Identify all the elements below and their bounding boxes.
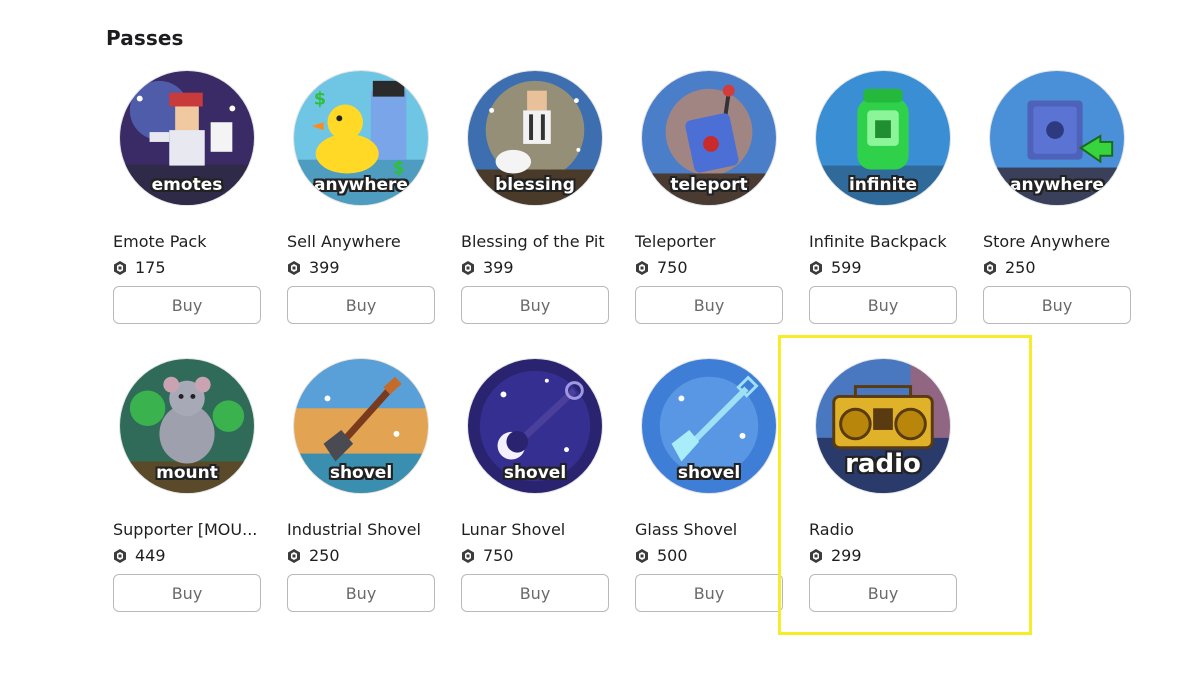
thumb-caption: infinite [848, 175, 918, 195]
price-row: 250 [983, 258, 1036, 277]
pass-card-infinite-backpack: infinite Infinite Backpack 599 Buy [809, 70, 959, 332]
thumb-caption: anywhere [1010, 175, 1104, 195]
price-row: 750 [461, 546, 514, 565]
safe-icon[interactable]: anywhere [989, 70, 1125, 206]
pass-card-teleporter: teleport Teleporter 750 Buy [635, 70, 785, 332]
pass-price: 750 [657, 258, 688, 277]
robux-icon [114, 548, 126, 563]
emote-avatars-icon[interactable]: emotes [119, 70, 255, 206]
pass-name: Store Anywhere [983, 232, 1111, 251]
robux-icon [288, 548, 300, 563]
buy-button[interactable]: Buy [287, 286, 435, 324]
pass-card-sell-anywhere: $ $ anywhere Sell Anywhere 399 Buy [287, 70, 437, 332]
price-row: 399 [287, 258, 340, 277]
buy-button[interactable]: Buy [113, 286, 261, 324]
robux-icon [462, 548, 474, 563]
shovel-icon[interactable]: shovel [293, 358, 429, 494]
pass-name: Teleporter [635, 232, 716, 251]
thumb-caption: teleport [670, 175, 748, 195]
robux-icon [636, 548, 648, 563]
price-row: 500 [635, 546, 688, 565]
price-row: 175 [113, 258, 166, 277]
buy-button[interactable]: Buy [809, 286, 957, 324]
section-title: Passes [106, 26, 184, 50]
robux-icon [114, 260, 126, 275]
lunar-shovel-icon[interactable]: shovel [467, 358, 603, 494]
thumb-caption: blessing [495, 175, 575, 195]
buy-button[interactable]: Buy [635, 286, 783, 324]
pass-card-industrial-shovel: shovel Industrial Shovel 250 Buy [287, 358, 437, 620]
robux-icon [810, 260, 822, 275]
remote-control-icon[interactable]: teleport [641, 70, 777, 206]
thumb-caption: emotes [151, 175, 223, 195]
price-row: 399 [461, 258, 514, 277]
pass-card-lunar-shovel: shovel Lunar Shovel 750 Buy [461, 358, 611, 620]
pass-price: 399 [309, 258, 340, 277]
price-row: 599 [809, 258, 862, 277]
buy-button[interactable]: Buy [635, 574, 783, 612]
pass-name: Blessing of the Pit [461, 232, 605, 251]
pass-name: Emote Pack [113, 232, 207, 251]
green-backpack-icon[interactable]: infinite [815, 70, 951, 206]
pass-name: Sell Anywhere [287, 232, 401, 251]
buy-button[interactable]: Buy [461, 574, 609, 612]
blessing-avatar-icon[interactable]: blessing [467, 70, 603, 206]
thumb-caption: shovel [329, 463, 393, 483]
buy-button[interactable]: Buy [983, 286, 1131, 324]
pass-price: 175 [135, 258, 166, 277]
price-row: 250 [287, 546, 340, 565]
pass-price: 599 [831, 258, 862, 277]
pass-price: 500 [657, 546, 688, 565]
robux-icon [288, 260, 300, 275]
thumb-caption: mount [156, 463, 218, 483]
pass-price: 399 [483, 258, 514, 277]
rubber-duck-icon[interactable]: $ $ anywhere [293, 70, 429, 206]
pass-card-store-anywhere: anywhere Store Anywhere 250 Buy [983, 70, 1133, 332]
pass-name: Infinite Backpack [809, 232, 947, 251]
price-row: 449 [113, 546, 166, 565]
pass-price: 449 [135, 546, 166, 565]
highlight-box [778, 335, 1032, 635]
pass-name: Lunar Shovel [461, 520, 566, 539]
robux-icon [984, 260, 996, 275]
glass-shovel-icon[interactable]: shovel [641, 358, 777, 494]
thumb-caption: shovel [677, 463, 741, 483]
buy-button[interactable]: Buy [461, 286, 609, 324]
pass-price: 750 [483, 546, 514, 565]
robux-icon [462, 260, 474, 275]
robux-icon [636, 260, 648, 275]
pass-price: 250 [1005, 258, 1036, 277]
pass-name: Industrial Shovel [287, 520, 421, 539]
pass-card-emote-pack: emotes Emote Pack 175 Buy [113, 70, 263, 332]
buy-button[interactable]: Buy [113, 574, 261, 612]
pass-card-glass-shovel: shovel Glass Shovel 500 Buy [635, 358, 785, 620]
price-row: 750 [635, 258, 688, 277]
pass-card-supporter-mount: mount Supporter [MOU... 449 Buy [113, 358, 263, 620]
buy-button[interactable]: Buy [287, 574, 435, 612]
thumb-caption: shovel [503, 463, 567, 483]
pass-card-blessing-of-the-pit: blessing Blessing of the Pit 399 Buy [461, 70, 611, 332]
rat-mount-icon[interactable]: mount [119, 358, 255, 494]
svg-text:$: $ [314, 90, 326, 110]
thumb-caption: anywhere [314, 175, 408, 195]
pass-name: Supporter [MOU... [113, 520, 258, 539]
pass-price: 250 [309, 546, 340, 565]
